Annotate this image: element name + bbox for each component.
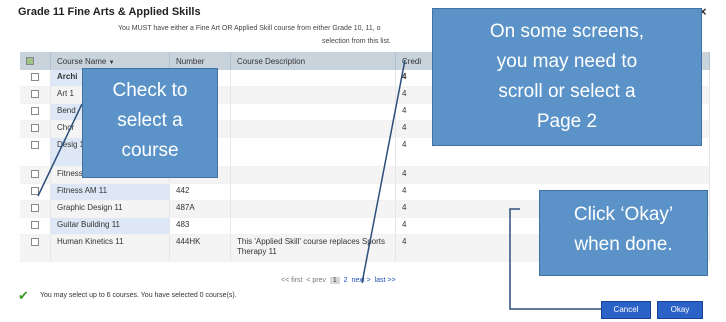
select-all-header[interactable] — [20, 52, 51, 70]
course-number: 483 — [169, 217, 231, 235]
header-course-description[interactable]: Course Description — [230, 52, 396, 70]
course-description — [230, 200, 396, 218]
pager-last[interactable]: last >> — [375, 277, 396, 284]
pager-prev[interactable]: < prev — [306, 277, 326, 284]
notice-line-1: You MUST have either a Fine Art OR Appli… — [118, 25, 381, 32]
pagination: << first < prev 1 2 next > last >> — [281, 277, 396, 284]
pager-next[interactable]: next > — [351, 277, 370, 284]
course-name: Fitness AM 11 — [50, 183, 170, 201]
row-checkbox[interactable] — [31, 220, 39, 229]
sort-down-icon[interactable]: ▼ — [109, 60, 115, 66]
row-checkbox[interactable] — [31, 186, 39, 195]
course-description — [230, 70, 396, 87]
course-description — [230, 120, 396, 138]
notice-line-2: selection from this list. — [322, 38, 391, 45]
status-message: You may select up to 6 courses. You have… — [40, 292, 237, 299]
course-description — [230, 103, 396, 121]
course-name: Guitar Building 11 — [50, 217, 170, 235]
callout-text: when done. — [574, 234, 673, 255]
okay-button[interactable]: Okay — [657, 301, 703, 319]
pager-first[interactable]: << first — [281, 277, 302, 284]
row-checkbox[interactable] — [31, 72, 39, 81]
checkbox-icon[interactable] — [26, 57, 34, 66]
callout-text: scroll or select a — [498, 81, 636, 102]
callout-click-okay: Click ‘Okay’ when done. — [539, 190, 708, 276]
dialog-title: Grade 11 Fine Arts & Applied Skills — [18, 6, 201, 18]
callout-check-course: Check to select a course — [82, 68, 218, 178]
course-number: 444HK — [169, 234, 231, 262]
cancel-button[interactable]: Cancel — [601, 301, 651, 319]
row-checkbox[interactable] — [31, 140, 39, 149]
callout-text: course — [121, 140, 179, 161]
course-description — [230, 217, 396, 235]
callout-scroll-page2: On some screens, you may need to scroll … — [432, 8, 702, 146]
callout-text: Click ‘Okay’ — [573, 204, 674, 225]
row-checkbox[interactable] — [31, 169, 39, 178]
course-name: Human Kinetics 11 — [50, 234, 170, 262]
checkmark-icon: ✔ — [18, 288, 29, 303]
row-checkbox[interactable] — [31, 123, 39, 132]
row-checkbox[interactable] — [31, 106, 39, 115]
course-description — [230, 137, 396, 167]
course-description: This 'Applied Skill' course replaces Spo… — [230, 234, 396, 262]
course-description — [230, 183, 396, 201]
row-checkbox[interactable] — [31, 89, 39, 98]
row-checkbox[interactable] — [31, 237, 39, 246]
callout-text: Page 2 — [536, 111, 598, 132]
row-checkbox[interactable] — [31, 203, 39, 212]
course-name: Graphic Design 11 — [50, 200, 170, 218]
callout-text: select a — [117, 110, 183, 131]
callout-text: On some screens, — [489, 21, 645, 42]
course-credits: 4 — [395, 166, 710, 184]
pager-page-2[interactable]: 2 — [344, 277, 348, 284]
callout-text: Check to — [112, 80, 188, 101]
course-description — [230, 166, 396, 184]
pager-page-1[interactable]: 1 — [329, 277, 340, 284]
callout-text: you may need to — [496, 51, 638, 72]
course-number: 442 — [169, 183, 231, 201]
course-description — [230, 86, 396, 104]
course-number: 487A — [169, 200, 231, 218]
